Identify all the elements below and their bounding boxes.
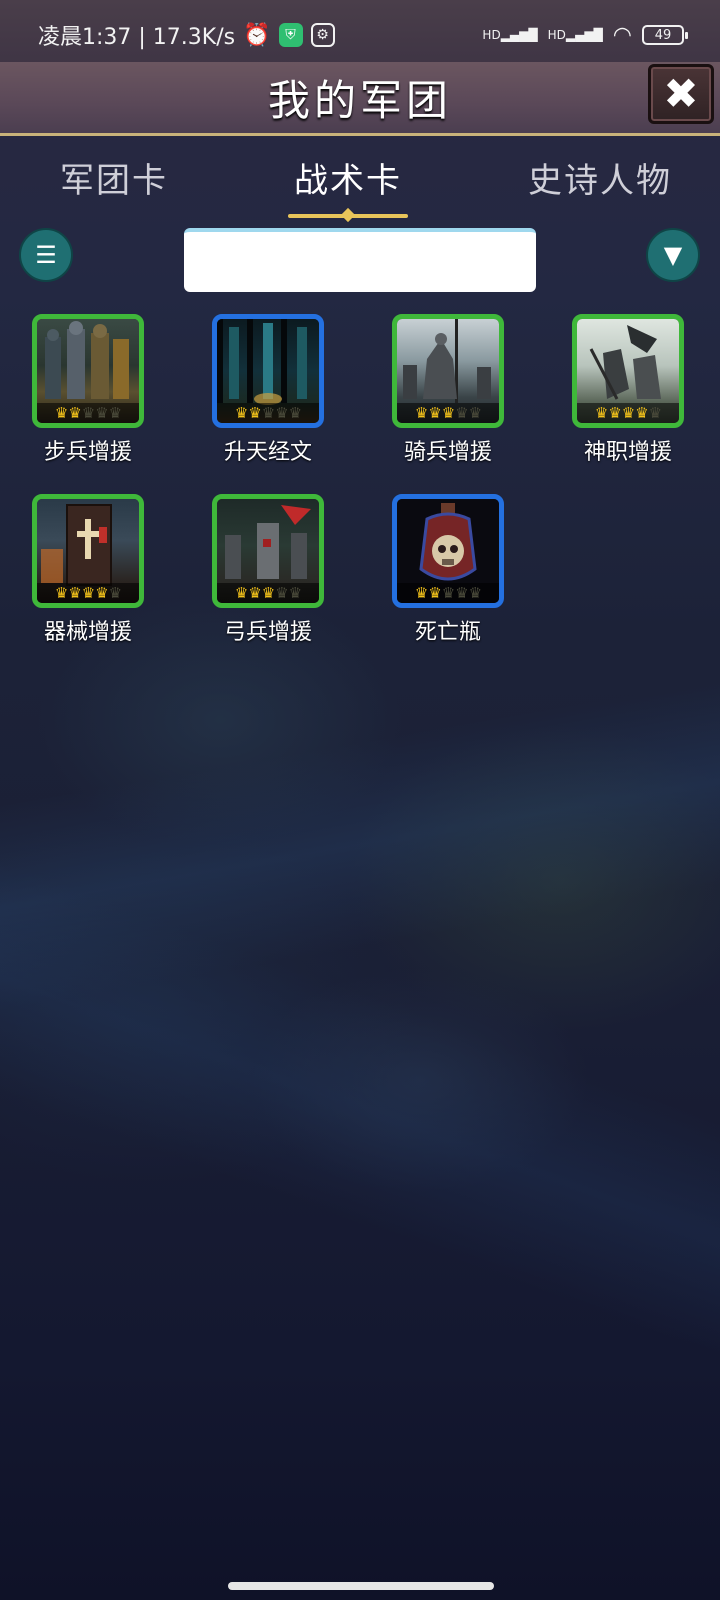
status-left: 凌晨1:37 | 17.3K/s ⏰ ⛨ ⚙ bbox=[38, 19, 335, 51]
tab-tactic-cards[interactable]: 战术卡 bbox=[288, 153, 408, 218]
star-rating: ♛ ♛ ♛ ♛ ♛ bbox=[37, 583, 139, 603]
list-icon: ☰ bbox=[35, 241, 57, 269]
gear-icon: ⚙ bbox=[310, 23, 335, 47]
card-label: 骑兵增援 bbox=[403, 440, 492, 465]
card-frame: ♛ ♛ ♛ ♛ ♛ bbox=[572, 314, 684, 428]
close-icon: ✖ bbox=[663, 69, 699, 118]
star-rating: ♛ ♛ ♛ ♛ ♛ bbox=[217, 583, 319, 603]
card-clergy-reinforcement[interactable]: ♛ ♛ ♛ ♛ ♛ 神职增援 bbox=[558, 314, 698, 466]
alarm-icon: ⏰ bbox=[243, 22, 271, 48]
card-ascension-scripture[interactable]: ♛ ♛ ♛ ♛ ♛ 升天经文 bbox=[198, 314, 338, 466]
battery-icon: 49 bbox=[642, 25, 688, 45]
card-archer-reinforcement[interactable]: ♛ ♛ ♛ ♛ ♛ 弓兵增援 bbox=[198, 494, 338, 646]
card-label: 死亡瓶 bbox=[414, 620, 481, 645]
card-siege-reinforcement[interactable]: ♛ ♛ ♛ ♛ ♛ 器械增援 bbox=[18, 494, 158, 646]
shield-icon: ⛨ bbox=[278, 23, 303, 47]
star-rating: ♛ ♛ ♛ ♛ ♛ bbox=[37, 403, 139, 423]
card-label: 弓兵增援 bbox=[223, 620, 312, 645]
signal-icon-2: HD▂▄▆█ bbox=[547, 28, 603, 42]
filter-button[interactable]: ▼ bbox=[646, 228, 700, 282]
card-frame: ♛ ♛ ♛ ♛ ♛ bbox=[392, 494, 504, 608]
status-time: 凌晨1:37 | 17.3K/s bbox=[38, 25, 236, 50]
card-frame: ♛ ♛ ♛ ♛ ♛ bbox=[392, 314, 504, 428]
page-title: 我的军团 bbox=[267, 76, 452, 125]
search-input[interactable] bbox=[184, 228, 536, 292]
card-frame: ♛ ♛ ♛ ♛ ♛ bbox=[32, 494, 144, 608]
star-rating: ♛ ♛ ♛ ♛ ♛ bbox=[217, 403, 319, 423]
card-frame: ♛ ♛ ♛ ♛ ♛ bbox=[212, 314, 324, 428]
star-rating: ♛ ♛ ♛ ♛ ♛ bbox=[577, 403, 679, 423]
tab-bar: 军团卡 战术卡 史诗人物 bbox=[0, 142, 720, 218]
status-right: HD▂▄▆█ HD▂▄▆█ ◠ 49 bbox=[482, 22, 688, 48]
tab-epic-heroes[interactable]: 史诗人物 bbox=[528, 153, 672, 202]
card-cavalry-reinforcement[interactable]: ♛ ♛ ♛ ♛ ♛ 骑兵增援 bbox=[378, 314, 518, 466]
active-tab-indicator bbox=[288, 213, 408, 218]
tab-legion-cards[interactable]: 军团卡 bbox=[60, 153, 168, 202]
card-label: 升天经文 bbox=[223, 440, 312, 465]
card-label: 器械增援 bbox=[43, 620, 132, 645]
filter-icon: ▼ bbox=[663, 241, 683, 269]
list-menu-button[interactable]: ☰ bbox=[19, 228, 73, 282]
background-map bbox=[0, 600, 720, 1500]
close-button[interactable]: ✖ bbox=[648, 64, 714, 124]
card-death-bottle[interactable]: ♛ ♛ ♛ ♛ ♛ 死亡瓶 bbox=[378, 494, 518, 646]
card-label: 神职增援 bbox=[583, 440, 672, 465]
card-label: 步兵增援 bbox=[43, 440, 132, 465]
card-infantry-reinforcement[interactable]: ♛ ♛ ♛ ♛ ♛ 步兵增援 bbox=[18, 314, 158, 466]
star-rating: ♛ ♛ ♛ ♛ ♛ bbox=[397, 583, 499, 603]
status-bar: 凌晨1:37 | 17.3K/s ⏰ ⛨ ⚙ HD▂▄▆█ HD▂▄▆█ ◠ 4… bbox=[0, 0, 720, 70]
star-rating: ♛ ♛ ♛ ♛ ♛ bbox=[397, 403, 499, 423]
title-bar: 我的军团 ✖ bbox=[0, 62, 720, 136]
card-frame: ♛ ♛ ♛ ♛ ♛ bbox=[212, 494, 324, 608]
home-indicator[interactable] bbox=[228, 1582, 494, 1590]
signal-icon: HD▂▄▆█ bbox=[482, 28, 538, 42]
card-frame: ♛ ♛ ♛ ♛ ♛ bbox=[32, 314, 144, 428]
wifi-icon: ◠ bbox=[612, 22, 632, 48]
